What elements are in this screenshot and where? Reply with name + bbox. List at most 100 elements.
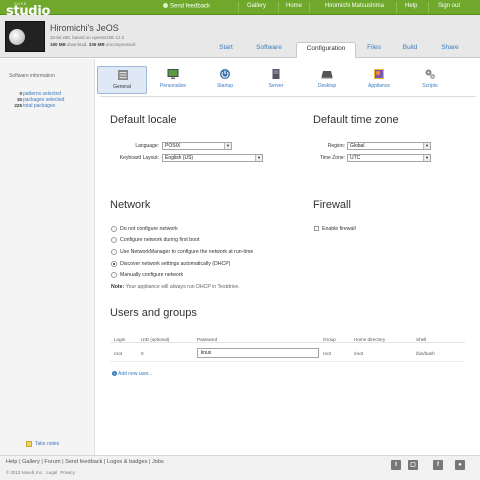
network-option-label[interactable]: Do not configure network [120, 226, 178, 232]
footer-link-send-feedback[interactable]: Send feedback [65, 459, 102, 465]
sidebar-stat-patterns[interactable]: 0 patterns selected [0, 91, 61, 97]
footer-link-privacy[interactable]: Privacy [60, 470, 74, 475]
network-option-label[interactable]: Manually configure network [120, 272, 183, 278]
config-section-label: Personalize [159, 83, 187, 89]
footer-link-legal[interactable]: Legal [46, 470, 57, 475]
tab-start[interactable]: Start [210, 42, 242, 58]
footer-link-logos-badges[interactable]: Logos & badges [107, 459, 147, 465]
chevron-down-icon: ▼ [255, 155, 262, 161]
keyboard-layout-value: English (US) [165, 155, 194, 161]
region-select-value: Global [350, 143, 365, 149]
default-locale-heading: Default locale [110, 114, 177, 126]
user-login: root [114, 351, 122, 356]
config-section-desktop[interactable]: Desktop [302, 66, 352, 94]
topnav-divider [396, 2, 397, 13]
send-feedback-label: Send feedback [170, 3, 211, 10]
network-option-radio[interactable] [111, 226, 117, 232]
enable-firewall-label[interactable]: Enable firewall [322, 226, 356, 232]
stat-label[interactable]: total packages [23, 103, 55, 109]
take-notes-link[interactable]: Take notes [35, 441, 59, 447]
gallery-link[interactable]: Gallery [247, 3, 266, 9]
uncompressed-label: uncompressed [105, 42, 136, 47]
top-bar: SUSE studio Send feedback Gallery Home H… [0, 0, 480, 19]
config-section-label: General [113, 84, 131, 90]
download-label: download, [67, 42, 88, 47]
config-section-label: Desktop [317, 83, 337, 89]
language-label: Language: [135, 143, 159, 149]
user-name-link[interactable]: Hiromichi Matsushima [325, 3, 384, 9]
appliance-icon [374, 69, 384, 79]
sidebar-stat-packages[interactable]: 15 packages selected [0, 97, 65, 103]
config-section-label: Server [268, 83, 284, 89]
rss-icon[interactable]: ● [455, 460, 465, 470]
software-info-title: Software information [9, 73, 55, 79]
appliance-title: Hiromichi's JeOS [50, 23, 119, 33]
sidebar-stat-total[interactable]: 225 total packages [0, 103, 55, 109]
column-header-shell: Shell [416, 337, 427, 342]
network-note: Note: Your appliance will always run DHC… [111, 284, 240, 290]
add-new-user-link[interactable]: + Add new user... [112, 371, 152, 377]
network-option-radio[interactable] [111, 272, 117, 278]
footer-link-forum[interactable]: Forum [44, 459, 60, 465]
timezone-label: Time Zone: [319, 155, 345, 161]
feedback-icon [163, 3, 168, 8]
footer-link-jobs[interactable]: Jobs [152, 459, 164, 465]
appliance-logo-icon [9, 29, 25, 45]
user-password-input[interactable] [197, 348, 319, 358]
topnav-divider [238, 2, 239, 13]
timezone-select[interactable]: UTC ▼ [347, 154, 431, 162]
language-select[interactable]: POSIX ▼ [162, 142, 232, 150]
footer-link-help[interactable]: Help [6, 459, 18, 465]
tab-configuration[interactable]: Configuration [296, 42, 356, 58]
chevron-down-icon: ▼ [423, 155, 430, 161]
network-heading: Network [110, 199, 151, 211]
tab-software[interactable]: Software [249, 42, 289, 58]
tab-share[interactable]: Share [434, 42, 466, 58]
footer-copyright: © 2013 Novell, Inc. Legal Privacy [6, 470, 75, 475]
tab-files[interactable]: Files [361, 42, 387, 58]
network-option-label[interactable]: Configure network during first boot [120, 237, 199, 243]
column-header-password: Password [197, 337, 218, 342]
network-option-radio[interactable] [111, 237, 117, 243]
config-section-general[interactable]: General [97, 66, 147, 94]
note-text: Your appliance will always run DHCP in T… [125, 284, 240, 290]
config-section-server[interactable]: Server [251, 66, 301, 94]
stat-number: 15 [16, 97, 22, 102]
facebook-icon[interactable]: f [433, 460, 443, 470]
config-section-scripts[interactable]: Scripts [405, 66, 455, 94]
toolbar-divider [100, 96, 476, 97]
config-section-label: Scripts [422, 83, 438, 89]
user-uid: 0 [141, 351, 144, 356]
home-link[interactable]: Home [286, 3, 302, 9]
network-option-radio[interactable] [111, 249, 117, 255]
enable-firewall-checkbox[interactable] [314, 226, 319, 231]
tab-build[interactable]: Build [396, 42, 424, 58]
send-feedback-link[interactable]: Send feedback [163, 3, 210, 10]
user-home: /root [354, 351, 364, 356]
stat-number: 0 [19, 91, 22, 96]
scripts-icon [425, 69, 435, 79]
config-section-label: Startup [216, 83, 234, 89]
appliance-size: 180 MB download, 336 MB uncompressed [50, 42, 135, 47]
network-option-radio-selected[interactable] [111, 261, 117, 267]
network-option-label[interactable]: Discover network settings automatically … [120, 261, 230, 267]
firewall-heading: Firewall [313, 199, 351, 211]
personalize-icon [167, 69, 179, 79]
help-link[interactable]: Help [405, 3, 417, 9]
config-section-appliance[interactable]: Appliance [354, 66, 404, 94]
config-section-startup[interactable]: Startup [200, 66, 250, 94]
config-section-personalize[interactable]: Personalize [148, 66, 198, 94]
topnav-divider [278, 2, 279, 13]
language-select-value: POSIX [165, 143, 181, 149]
footer-link-gallery[interactable]: Gallery [22, 459, 40, 465]
region-select[interactable]: Global ▼ [347, 142, 431, 150]
sign-out-link[interactable]: Sign out [438, 3, 460, 9]
stat-number: 225 [14, 103, 22, 108]
share-icon[interactable]: ▢ [408, 460, 418, 470]
copyright-text: © 2013 Novell, Inc. [6, 470, 44, 475]
startup-icon [220, 69, 230, 79]
keyboard-layout-select[interactable]: English (US) ▼ [162, 154, 263, 162]
twitter-icon[interactable]: t [391, 460, 401, 470]
notes-icon [26, 441, 32, 447]
network-option-label[interactable]: Use NetworkManager to configure the netw… [120, 249, 253, 255]
